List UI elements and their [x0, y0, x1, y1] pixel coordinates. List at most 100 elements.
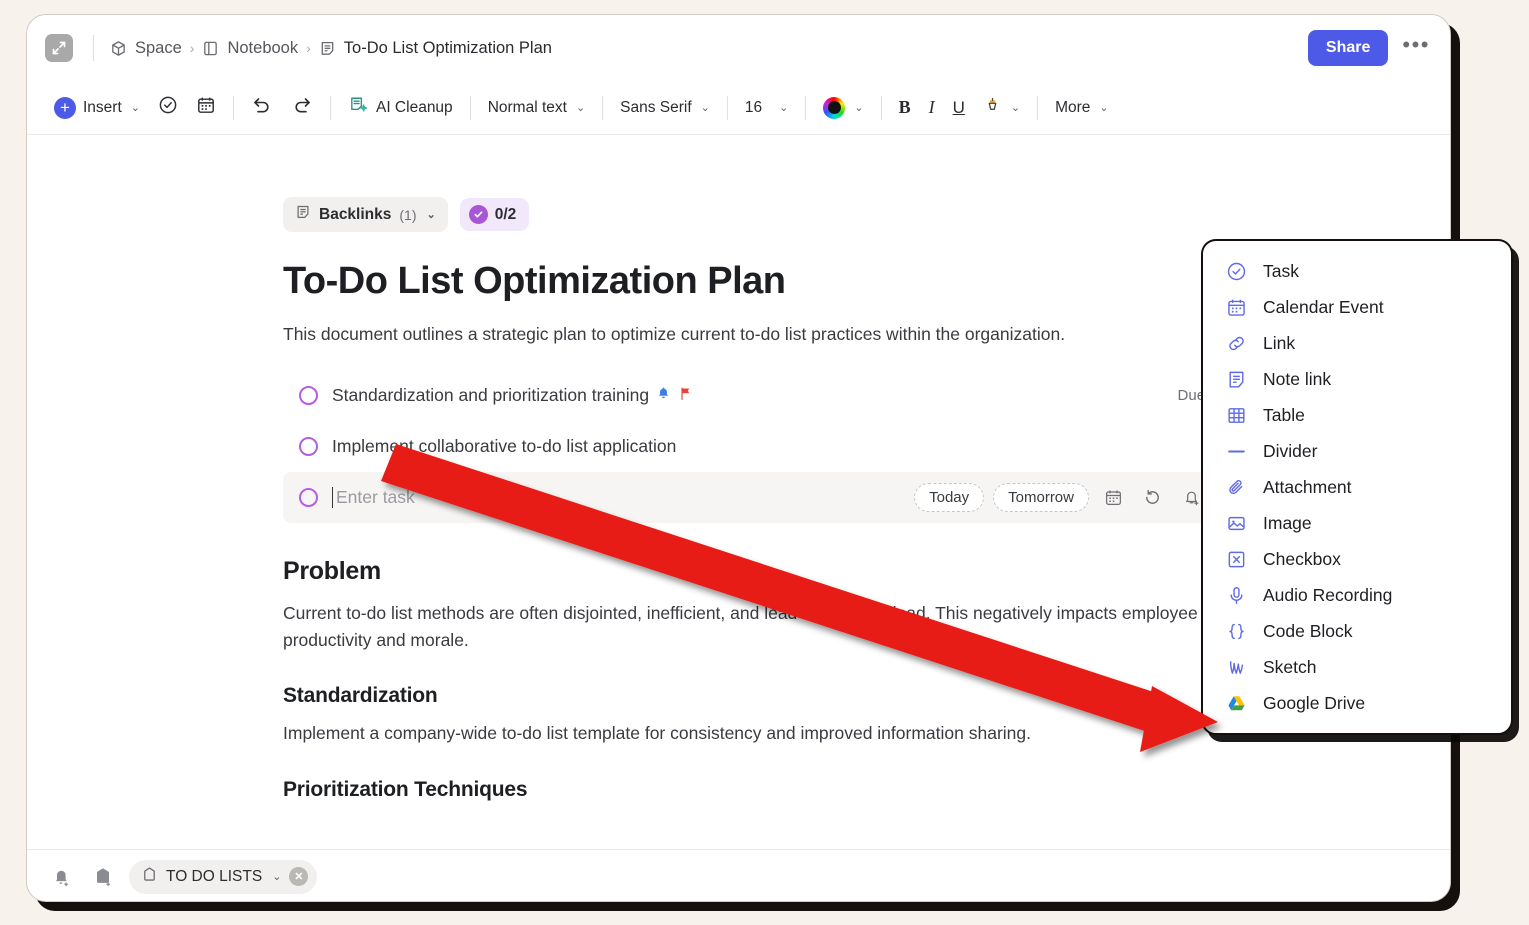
menu-item-calendar-event[interactable]: Calendar Event	[1203, 289, 1511, 325]
toolbar-divider	[880, 95, 882, 120]
breadcrumb-separator: ›	[306, 40, 311, 56]
note-icon	[319, 40, 336, 57]
text-style-dropdown[interactable]: Normal text ⌄	[479, 93, 594, 123]
redo-button[interactable]	[282, 88, 322, 127]
microphone-icon	[1225, 584, 1247, 606]
menu-item-code-block[interactable]: Code Block	[1203, 613, 1511, 649]
insert-button[interactable]: + Insert ⌄	[45, 91, 149, 125]
menu-label-link: Link	[1263, 332, 1296, 353]
font-family-label: Sans Serif	[620, 98, 692, 116]
bell-plus-icon[interactable]	[45, 861, 77, 893]
menu-item-note-link[interactable]: Note link	[1203, 361, 1511, 397]
menu-item-google-drive[interactable]: Google Drive	[1203, 685, 1511, 721]
breadcrumb-label-current: To-Do List Optimization Plan	[343, 38, 552, 57]
task-title[interactable]: Standardization and prioritization train…	[332, 385, 693, 406]
bold-button[interactable]: B	[890, 91, 920, 124]
breadcrumb-label-notebook: Notebook	[227, 38, 299, 57]
check-circle-icon	[1225, 260, 1247, 282]
menu-item-audio-recording[interactable]: Audio Recording	[1203, 577, 1511, 613]
menu-item-link[interactable]: Link	[1203, 325, 1511, 361]
document-chip-row: Backlinks (1) ⌄ 0/2	[283, 197, 1390, 232]
font-size-dropdown[interactable]: 16 ⌄	[736, 93, 797, 123]
breadcrumb-item-space[interactable]: Space	[110, 39, 182, 58]
task-title-text: Standardization and prioritization train…	[332, 385, 650, 406]
tag-label: TO DO LISTS	[166, 867, 263, 885]
menu-label-google-drive: Google Drive	[1263, 692, 1366, 713]
backlinks-chip[interactable]: Backlinks (1) ⌄	[283, 197, 448, 232]
toolbar-divider	[805, 95, 807, 120]
text-color-picker[interactable]: ⌄	[814, 91, 872, 125]
notebook-icon	[202, 40, 219, 57]
menu-item-sketch[interactable]: Sketch	[1203, 649, 1511, 685]
backlinks-label: Backlinks	[319, 205, 392, 223]
cube-icon	[110, 40, 127, 57]
breadcrumb-item-notebook[interactable]: Notebook	[202, 39, 298, 58]
ai-cleanup-label: AI Cleanup	[375, 98, 453, 116]
insert-dropdown-menu: Task Calendar Event Link Note link Table…	[1201, 239, 1513, 735]
task-progress-chip[interactable]: 0/2	[459, 198, 530, 231]
tag-plus-icon[interactable]	[87, 861, 119, 893]
color-wheel-icon	[823, 96, 846, 119]
tag-icon	[141, 866, 158, 888]
table-icon	[1225, 404, 1247, 426]
undo-icon	[251, 94, 273, 121]
breadcrumb-separator: ›	[189, 40, 195, 56]
task-checkbox[interactable]	[299, 488, 318, 508]
task-checkbox[interactable]	[299, 437, 318, 457]
menu-item-checkbox[interactable]: Checkbox	[1203, 541, 1511, 577]
more-options-icon[interactable]: •••	[1402, 34, 1430, 62]
repeat-icon[interactable]	[1137, 483, 1167, 513]
chevron-down-icon[interactable]: ⌄	[272, 870, 281, 883]
task-title[interactable]: Implement collaborative to-do list appli…	[332, 436, 676, 457]
insert-task-button[interactable]	[149, 89, 187, 126]
task-checkbox[interactable]	[299, 386, 318, 406]
share-button[interactable]: Share	[1307, 30, 1389, 66]
menu-label-calendar-event: Calendar Event	[1263, 296, 1384, 317]
ai-cleanup-button[interactable]: AI Cleanup	[339, 89, 462, 127]
insert-calendar-button[interactable]	[187, 89, 225, 126]
insert-label: Insert	[83, 98, 122, 116]
highlighter-icon	[983, 96, 1002, 120]
new-task-input[interactable]: Enter task	[332, 487, 415, 509]
menu-label-checkbox: Checkbox	[1263, 548, 1341, 569]
menu-item-divider[interactable]: Divider	[1203, 433, 1511, 469]
more-formatting-button[interactable]: More ⌄	[1046, 93, 1118, 123]
calendar-icon[interactable]	[1098, 483, 1128, 513]
close-icon[interactable]: ✕	[289, 867, 309, 886]
font-size-label: 16	[744, 98, 763, 116]
more-label: More	[1055, 98, 1091, 116]
breadcrumb-item-current-note[interactable]: To-Do List Optimization Plan	[319, 39, 552, 58]
menu-item-task[interactable]: Task	[1203, 253, 1511, 289]
chevron-down-icon: ⌄	[130, 102, 140, 114]
font-family-dropdown[interactable]: Sans Serif ⌄	[611, 93, 719, 123]
highlight-button[interactable]: ⌄	[974, 90, 1029, 126]
toolbar-divider	[469, 95, 471, 120]
paperclip-icon	[1225, 476, 1247, 498]
chevron-down-icon: ⌄	[779, 102, 789, 114]
formatting-toolbar: + Insert ⌄ AI Cleanup Normal text ⌄ Sans…	[27, 81, 1450, 135]
underline-button[interactable]: U	[944, 92, 974, 124]
google-drive-icon	[1225, 692, 1247, 714]
expand-arrows-icon[interactable]	[45, 34, 73, 62]
menu-label-audio-recording: Audio Recording	[1263, 584, 1393, 605]
menu-label-divider: Divider	[1263, 440, 1318, 461]
menu-item-image[interactable]: Image	[1203, 505, 1511, 541]
due-today-button[interactable]: Today	[914, 483, 985, 513]
breadcrumb-label-space: Space	[135, 38, 182, 57]
menu-item-attachment[interactable]: Attachment	[1203, 469, 1511, 505]
check-circle-icon	[158, 95, 178, 120]
calendar-icon	[196, 95, 216, 120]
menu-label-note-link: Note link	[1263, 368, 1332, 389]
section-body-standardization: Implement a company-wide to-do list temp…	[283, 723, 1031, 744]
tag-chip[interactable]: TO DO LISTS ⌄ ✕	[129, 859, 318, 894]
menu-item-table[interactable]: Table	[1203, 397, 1511, 433]
italic-button[interactable]: I	[920, 91, 944, 124]
chevron-down-icon: ⌄	[1010, 102, 1021, 114]
undo-button[interactable]	[242, 88, 282, 127]
task-title-text: Implement collaborative to-do list appli…	[332, 436, 677, 457]
due-tomorrow-button[interactable]: Tomorrow	[993, 483, 1089, 513]
chevron-down-icon: ⌄	[426, 209, 436, 221]
header-divider	[93, 35, 94, 61]
redo-icon	[291, 94, 313, 121]
calendar-icon	[1225, 296, 1247, 318]
